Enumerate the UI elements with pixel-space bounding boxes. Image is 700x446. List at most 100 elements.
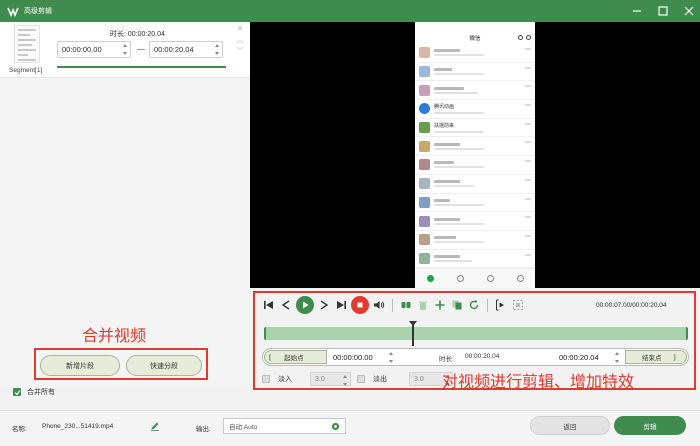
end-time-stepper[interactable]: [614, 352, 619, 363]
app-logo-icon: [6, 4, 20, 18]
start-time-stepper[interactable]: [388, 352, 393, 363]
chat-row: 扶摇前来: [415, 119, 535, 138]
file-name-value: Phone_230...51419.mp4: [42, 423, 114, 430]
reset-icon[interactable]: [467, 298, 481, 312]
chat-row: [415, 44, 535, 63]
avatar: [419, 103, 430, 115]
segment-duration-value: 00:00:20.04: [127, 31, 165, 38]
quick-split-button[interactable]: 快速分段: [126, 355, 202, 376]
segment-start-value: 00:00:00.00: [62, 45, 102, 54]
set-start-button[interactable]: [ 起始点: [264, 350, 327, 364]
next-frame-icon[interactable]: [317, 298, 331, 312]
play-icon[interactable]: [296, 296, 314, 314]
close-icon[interactable]: ✕: [237, 26, 243, 34]
timeline-playhead[interactable]: [409, 321, 418, 346]
set-start-label: 起始点: [284, 355, 304, 362]
avatar: [419, 234, 430, 246]
fade-in-input[interactable]: 3.0: [310, 372, 351, 386]
start-time-value: 00:00:00.00: [333, 352, 373, 362]
close-icon[interactable]: [684, 6, 694, 16]
segment-end-stepper[interactable]: [214, 44, 219, 55]
chat-row: [415, 156, 535, 175]
avatar: [419, 178, 430, 190]
copy-icon[interactable]: [450, 298, 464, 312]
gear-icon[interactable]: [331, 422, 340, 433]
segment-end-field[interactable]: 00:00:20.04: [149, 41, 223, 58]
avatar: [419, 66, 430, 78]
merge-annotation: 合并视频: [82, 328, 147, 345]
chevron-up-icon[interactable]: ︿: [237, 37, 244, 45]
minimize-icon[interactable]: [632, 6, 642, 16]
segment-end-value: 00:00:20.04: [154, 45, 194, 54]
segment-card[interactable]: Segment[1] 时长: 00:00:20.04 00:00:00.00 0…: [0, 22, 250, 78]
cut-button[interactable]: 剪辑: [614, 416, 686, 435]
me-tab-icon: [516, 275, 524, 282]
playback-time: 00:00:07.00/00:00:20.04: [596, 302, 667, 309]
chat-row: [415, 250, 535, 269]
back-button[interactable]: 返回: [530, 416, 610, 435]
avatar: [419, 140, 430, 152]
player-controls: [262, 296, 528, 314]
segment-thumbnail[interactable]: [14, 25, 40, 63]
jump-start-icon[interactable]: [262, 298, 276, 312]
chats-tab-icon: [426, 275, 434, 282]
merge-all-label: 合并所有: [27, 389, 55, 396]
edit-annotation: 对视频进行剪辑、增加特效: [442, 374, 635, 391]
split-icon[interactable]: [399, 298, 413, 312]
fade-in-checkbox[interactable]: [262, 375, 270, 383]
bottom-bar: 名称: Phone_230...51419.mp4 输出: 自动;Auto 返回…: [0, 410, 700, 446]
edit-name-icon[interactable]: [150, 421, 160, 433]
phone-tab-bar: [415, 268, 535, 288]
timeline-track[interactable]: [264, 321, 688, 346]
output-value: 自动;Auto: [229, 424, 258, 431]
add-icon[interactable]: [433, 298, 447, 312]
merge-all-checkbox[interactable]: [13, 388, 21, 396]
chat-row: 腾讯动画: [415, 100, 535, 119]
merge-all-option[interactable]: 合并所有: [13, 387, 55, 397]
maximize-icon[interactable]: [658, 6, 668, 16]
chat-row: [415, 175, 535, 194]
mark-in-icon[interactable]: [494, 298, 508, 312]
segment-start-field[interactable]: 00:00:00.00: [57, 41, 131, 58]
segment-start-stepper[interactable]: [122, 44, 127, 55]
avatar: [419, 159, 430, 171]
add-icon: [526, 35, 531, 40]
segment-duration: 时长: 00:00:20.04: [110, 29, 165, 39]
video-preview[interactable]: 微信 腾讯动画 扶摇前来: [250, 22, 700, 288]
avatar: [419, 196, 430, 208]
segment-range-separator: [137, 49, 145, 50]
end-time-field[interactable]: 00:00:20.04: [559, 350, 599, 364]
avatar: [419, 47, 430, 59]
fade-in-value: 3.0: [315, 375, 325, 383]
add-segment-button[interactable]: 新增片段: [40, 355, 120, 376]
range-duration-value: 00:00:20.04: [465, 353, 500, 360]
start-time-field[interactable]: 00:00:00.00: [333, 350, 373, 364]
jump-end-icon[interactable]: [334, 298, 348, 312]
prev-frame-icon[interactable]: [279, 298, 293, 312]
chevron-down-icon[interactable]: ﹀: [237, 48, 244, 56]
fade-out-checkbox[interactable]: [357, 375, 365, 383]
window-title: 高级剪辑: [24, 8, 52, 15]
fade-out-value: 3.0: [414, 375, 424, 383]
avatar: [419, 84, 430, 96]
phone-app-title: 微信: [469, 36, 481, 42]
bracket-left-icon: [: [269, 353, 272, 361]
segment-label: Segment[1]: [9, 67, 43, 74]
delete-icon[interactable]: [416, 298, 430, 312]
file-name-label: 名称:: [12, 426, 27, 433]
mark-out-icon[interactable]: [511, 298, 525, 312]
title-bar: 高级剪辑: [0, 0, 700, 22]
chat-row: [415, 81, 535, 101]
trim-range-bar: [ 起始点 00:00:00.00 时长: 00:00:20.04 00:00:…: [262, 348, 689, 366]
contacts-tab-icon: [456, 275, 464, 282]
divider: [392, 298, 393, 312]
set-end-button[interactable]: 结束点 ]: [625, 350, 687, 364]
phone-app-header: 微信: [415, 32, 535, 44]
avatar: [419, 215, 430, 227]
chat-row: [415, 231, 535, 250]
output-select[interactable]: 自动;Auto: [223, 418, 346, 434]
discover-tab-icon: [486, 275, 494, 282]
stop-icon[interactable]: [351, 296, 369, 314]
bracket-right-icon: ]: [673, 353, 676, 361]
volume-icon[interactable]: [372, 298, 386, 312]
